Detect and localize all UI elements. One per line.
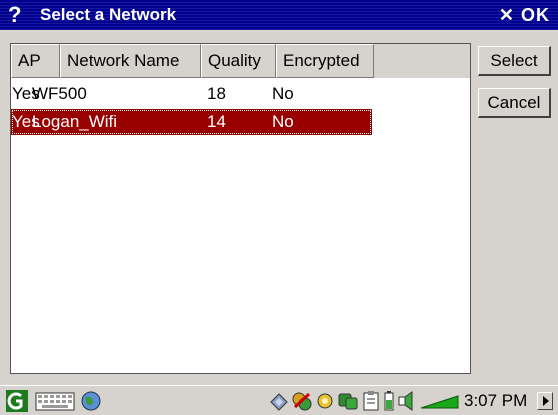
cell-quality: 18 [207, 84, 226, 103]
tray-expand-button[interactable] [537, 392, 553, 410]
help-icon[interactable]: ? [8, 2, 21, 28]
column-header-ap[interactable]: AP [11, 44, 60, 78]
window-title: Select a Network [40, 5, 177, 24]
network-list[interactable]: AP Network Name Quality Encrypted Yes WF… [10, 43, 471, 374]
connection-icon[interactable] [337, 390, 359, 412]
pen-icon[interactable] [268, 390, 290, 412]
cell-network-name: WF500 [32, 84, 87, 103]
select-button[interactable]: Select [478, 46, 551, 76]
table-row[interactable]: Yes WF500 18 No [11, 81, 372, 107]
taskbar: 3:07 PM [0, 385, 558, 415]
globe-icon[interactable] [80, 390, 102, 412]
column-header-encrypted[interactable]: Encrypted [276, 44, 374, 78]
close-icon: ✕ [498, 5, 515, 25]
close-ok-button[interactable]: ✕ OK [499, 4, 550, 26]
column-header-quality[interactable]: Quality [201, 44, 276, 78]
cell-encrypted: No [272, 84, 294, 103]
clipboard-icon[interactable] [360, 390, 382, 412]
cell-quality: 14 [207, 112, 226, 131]
ok-label: OK [521, 5, 550, 25]
table-row-selected[interactable]: Yes Logan_Wifi 14 No [11, 109, 372, 135]
column-header-network-name[interactable]: Network Name [60, 44, 201, 78]
volume-icon[interactable] [397, 390, 419, 412]
battery-icon[interactable] [383, 390, 395, 412]
signal-icon[interactable] [420, 390, 460, 412]
clock[interactable]: 3:07 PM [464, 390, 527, 412]
cell-encrypted: No [272, 112, 294, 131]
list-header: AP Network Name Quality Encrypted [11, 44, 470, 78]
keyboard-icon[interactable] [35, 390, 75, 412]
start-icon[interactable] [6, 390, 28, 412]
search-icon[interactable] [314, 390, 336, 412]
network-icon[interactable] [291, 390, 313, 412]
title-bar: ? Select a Network ✕ OK [0, 0, 558, 30]
cell-network-name: Logan_Wifi [32, 112, 118, 131]
cancel-button[interactable]: Cancel [478, 88, 551, 118]
